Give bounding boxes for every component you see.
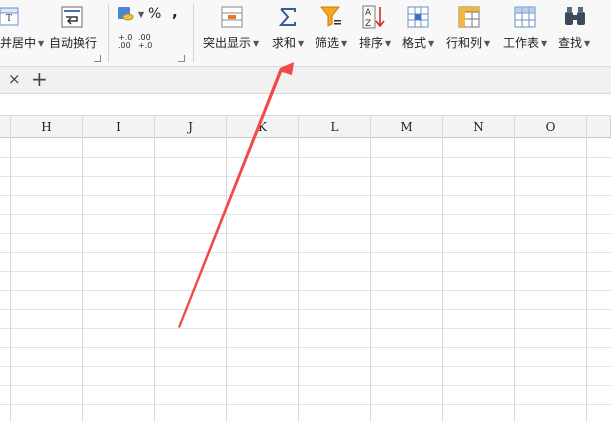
annotation-arrow <box>178 62 294 328</box>
